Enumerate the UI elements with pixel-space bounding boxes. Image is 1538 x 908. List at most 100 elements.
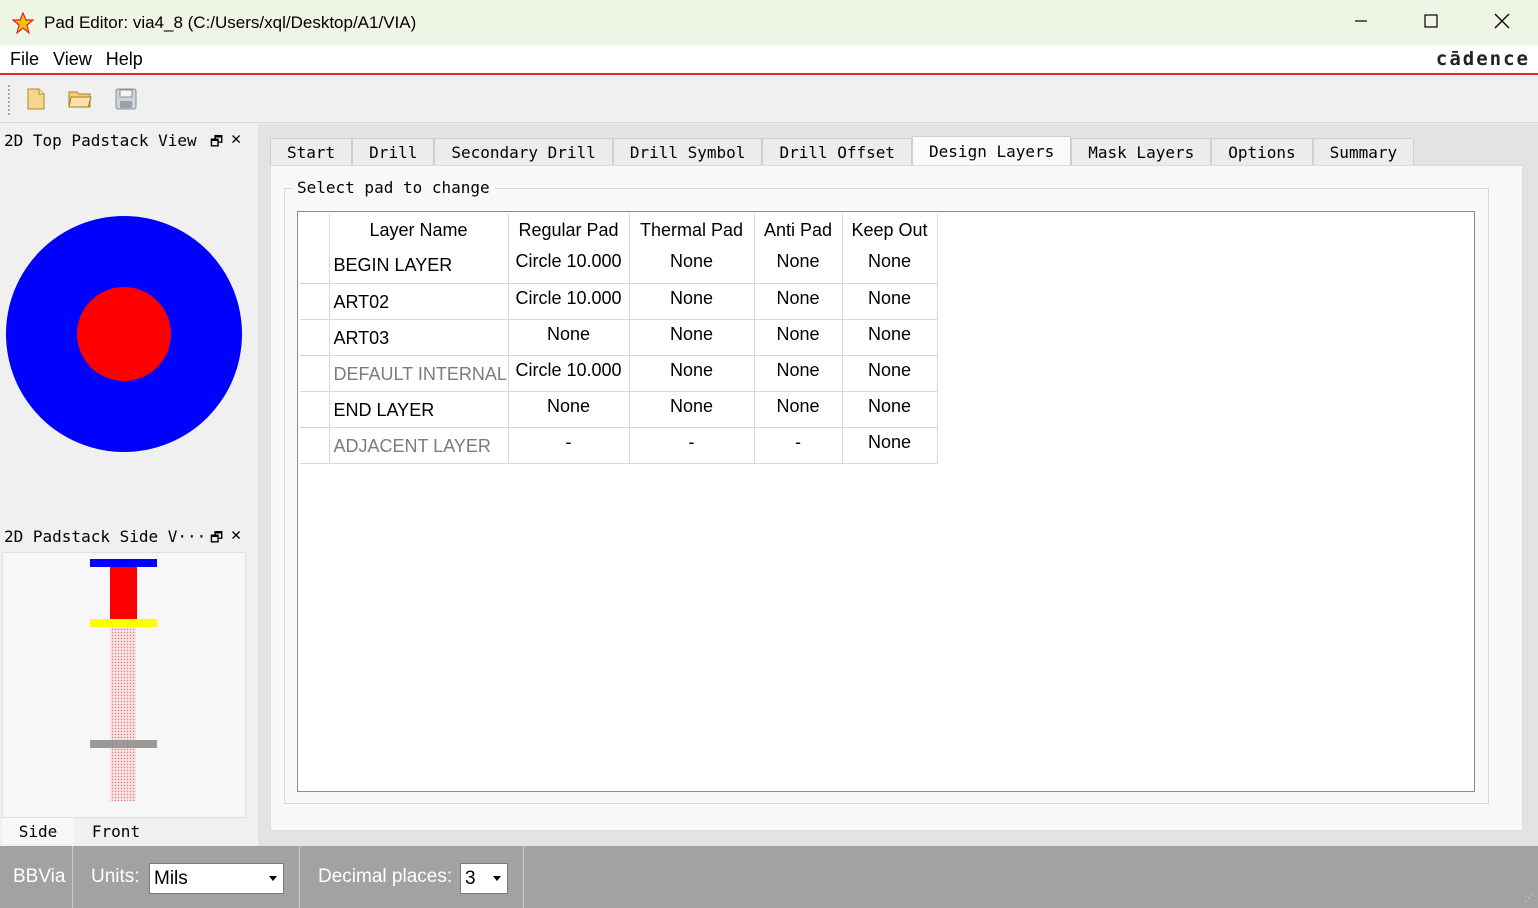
anti-pad-cell[interactable]: None [754, 283, 843, 320]
menu-file[interactable]: File [10, 49, 39, 70]
col-regular-pad[interactable]: Regular Pad [508, 214, 630, 247]
tab-front[interactable]: Front [78, 818, 154, 844]
new-file-button[interactable] [24, 87, 50, 111]
layer-name-cell[interactable]: ART02 [329, 283, 509, 320]
maximize-button[interactable] [1396, 0, 1466, 45]
tab-drill-symbol[interactable]: Drill Symbol [612, 138, 763, 165]
regular-pad-cell[interactable]: Circle 10.000 [508, 283, 630, 320]
regular-pad-cell[interactable]: Circle 10.000 [508, 355, 630, 392]
side-view-titlebar: 2D Padstack Side V··· 🗗 ✕ [0, 522, 254, 550]
units-select[interactable]: Mils [149, 863, 284, 894]
chevron-down-icon [493, 876, 501, 881]
tab-design-layers[interactable]: Design Layers [912, 136, 1072, 165]
via-type-label: BBVia [13, 866, 66, 887]
row-header[interactable] [300, 427, 330, 464]
regular-pad-segment [110, 567, 137, 619]
table-row: ADJACENT LAYER - - - None [300, 427, 938, 464]
anti-pad-cell[interactable]: - [754, 427, 843, 464]
thermal-pad-cell[interactable]: None [629, 355, 755, 392]
status-separator [299, 846, 300, 908]
toolbar [0, 77, 1538, 123]
minimize-button[interactable] [1326, 0, 1396, 45]
resize-grip-icon[interactable]: ⋰ [1524, 893, 1534, 904]
decimal-places-value: 3 [465, 867, 476, 889]
tab-start[interactable]: Start [270, 138, 353, 165]
keep-out-cell[interactable]: None [842, 355, 938, 392]
thermal-pad-cell[interactable]: None [629, 247, 755, 284]
menu-help[interactable]: Help [106, 49, 143, 70]
col-anti-pad[interactable]: Anti Pad [754, 214, 843, 247]
thermal-pad-cell[interactable]: None [629, 283, 755, 320]
status-separator [523, 846, 524, 908]
via-barrel [110, 625, 136, 801]
row-header[interactable] [300, 247, 330, 284]
begin-antipad [90, 559, 157, 567]
tab-secondary-drill[interactable]: Secondary Drill [434, 138, 613, 165]
close-panel-icon[interactable]: ✕ [231, 129, 241, 149]
toolbar-grip[interactable] [8, 85, 11, 115]
thermal-pad-cell[interactable]: None [629, 391, 755, 428]
internal-layer-marker [90, 740, 157, 748]
undock-icon[interactable]: 🗗 [210, 131, 223, 155]
keep-out-cell[interactable]: None [842, 391, 938, 428]
anti-pad-cell[interactable]: None [754, 319, 843, 356]
anti-pad-cell[interactable]: None [754, 247, 843, 284]
minimize-icon [1354, 13, 1368, 32]
tab-drill-offset[interactable]: Drill Offset [762, 138, 913, 165]
keep-out-cell[interactable]: None [842, 283, 938, 320]
units-value: Mils [154, 867, 188, 889]
table-row: ART03 None None None None [300, 319, 938, 356]
decimal-places-select[interactable]: 3 [460, 863, 508, 894]
regular-pad-cell[interactable]: None [508, 391, 630, 428]
keep-out-cell[interactable]: None [842, 427, 938, 464]
keep-out-cell[interactable]: None [842, 319, 938, 356]
row-header[interactable] [300, 391, 330, 428]
anti-pad-cell[interactable]: None [754, 355, 843, 392]
open-folder-button[interactable] [67, 87, 93, 111]
layers-table: Layer Name Regular Pad Thermal Pad Anti … [300, 214, 938, 464]
thermal-pad-cell[interactable]: - [629, 427, 755, 464]
regular-pad-cell[interactable]: Circle 10.000 [508, 247, 630, 284]
units-label: Units: [91, 866, 140, 887]
row-header-corner [300, 214, 330, 247]
pad-editor-icon [12, 11, 34, 34]
tab-options[interactable]: Options [1211, 138, 1313, 165]
window-title: Pad Editor: via4_8 (C:/Users/xql/Desktop… [44, 12, 417, 32]
side-padstack-view [2, 552, 246, 818]
layer-name-cell[interactable]: END LAYER [329, 391, 509, 428]
save-icon [114, 88, 138, 115]
col-thermal-pad[interactable]: Thermal Pad [629, 214, 755, 247]
keep-out-cell[interactable]: None [842, 247, 938, 284]
layer-name-cell[interactable]: ART03 [329, 319, 509, 356]
table-row: BEGIN LAYER Circle 10.000 None None None [300, 247, 938, 284]
regular-pad-cell[interactable]: None [508, 319, 630, 356]
menu-bar: File View Help cādence [0, 45, 1538, 75]
row-header[interactable] [300, 283, 330, 320]
undock-icon[interactable]: 🗗 [210, 527, 223, 551]
tab-side[interactable]: Side [2, 818, 74, 844]
save-button[interactable] [114, 87, 140, 111]
close-button[interactable] [1467, 0, 1537, 45]
row-header[interactable] [300, 355, 330, 392]
tab-drill[interactable]: Drill [352, 138, 435, 165]
layer-name-cell[interactable]: DEFAULT INTERNAL [329, 355, 509, 392]
tab-bar: Start Drill Secondary Drill Drill Symbol… [270, 136, 1415, 165]
close-panel-icon[interactable]: ✕ [231, 525, 241, 545]
anti-pad-cell[interactable]: None [754, 391, 843, 428]
table-row: END LAYER None None None None [300, 391, 938, 428]
col-layer-name[interactable]: Layer Name [329, 214, 509, 247]
tab-mask-layers[interactable]: Mask Layers [1071, 138, 1212, 165]
open-folder-icon [67, 91, 93, 115]
layer-name-cell[interactable]: BEGIN LAYER [329, 247, 509, 284]
menu-view[interactable]: View [53, 49, 92, 70]
col-keep-out[interactable]: Keep Out [842, 214, 938, 247]
tab-summary[interactable]: Summary [1312, 138, 1415, 165]
side-view-title: 2D Padstack Side V··· [4, 526, 207, 546]
regular-pad-cell[interactable]: - [508, 427, 630, 464]
layer-name-cell[interactable]: ADJACENT LAYER [329, 427, 509, 464]
row-header[interactable] [300, 319, 330, 356]
new-file-icon [24, 88, 48, 115]
thermal-pad-cell[interactable]: None [629, 319, 755, 356]
maximize-icon [1424, 13, 1438, 32]
group-label: Select pad to change [292, 178, 495, 197]
